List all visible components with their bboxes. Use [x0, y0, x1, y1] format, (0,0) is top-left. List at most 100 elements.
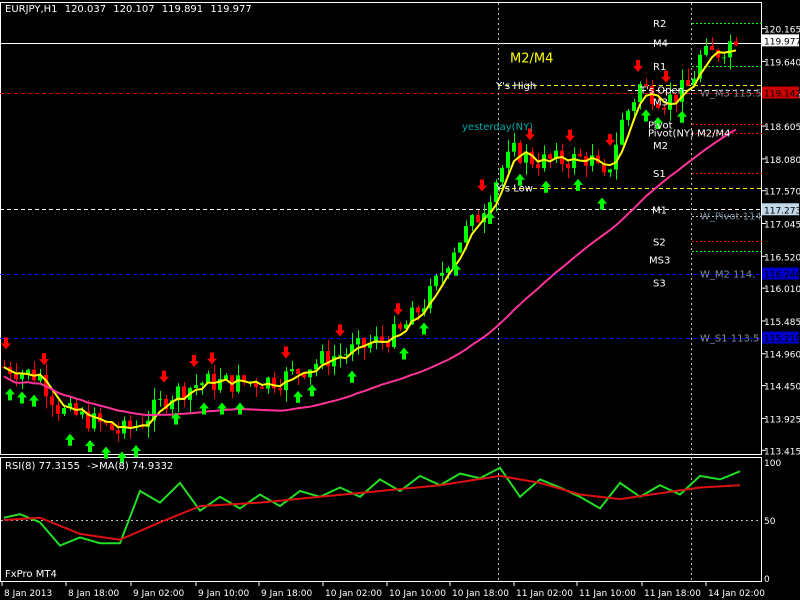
candle-body — [416, 307, 420, 313]
close-value: 119.977 — [210, 4, 252, 15]
candle-body — [512, 142, 516, 152]
candle-body — [476, 215, 480, 223]
low-value: 119.891 — [161, 4, 204, 15]
candle-body — [296, 368, 300, 374]
level-label-ys-high: Y's High — [495, 81, 536, 92]
candle-body — [608, 169, 612, 173]
level-label-w-s1: W_S1 113.5 — [700, 334, 759, 345]
level-label-M4: M4 — [653, 39, 668, 50]
rsi-ma-name: ->MA(8) 74.9332 — [87, 461, 174, 472]
candle-body — [632, 102, 636, 111]
candle-body — [572, 153, 576, 169]
price-tick-label: 119.640 — [764, 58, 800, 68]
rsi-tick-label: 0 — [764, 575, 770, 585]
time-tick-label: 9 Jan 18:00 — [261, 589, 313, 599]
price-tick-label: 117.570 — [764, 188, 800, 198]
price-tick-label: 114.450 — [764, 383, 800, 393]
candle-body — [116, 430, 120, 434]
candle-body — [434, 275, 438, 287]
price-tick-label: 117.045 — [764, 221, 800, 231]
open-value: 120.037 — [64, 4, 107, 15]
candle-body — [272, 377, 276, 389]
level-label-w-pivot: W_Pivot 114 — [700, 212, 762, 223]
rsi-tick-label: 100 — [764, 459, 781, 469]
candle-body — [458, 242, 462, 253]
trading-chart[interactable]: R2M4R1Y's High T's Open W_M3 115.5M3PivotM… — [0, 0, 800, 600]
candle-body — [338, 355, 342, 357]
candle-body — [464, 226, 468, 243]
candle-body — [614, 144, 618, 170]
candle-body — [734, 41, 738, 46]
candle-body — [14, 374, 18, 380]
time-tick-label: 9 Jan 10:00 — [198, 589, 250, 599]
level-label-m2: M2 — [653, 141, 668, 152]
candle-body — [728, 41, 732, 58]
candle-body — [50, 396, 54, 406]
candle-body — [398, 324, 402, 329]
rsi-tick-label: 50 — [764, 517, 776, 527]
time-tick-label: 10 Jan 10:00 — [389, 589, 446, 599]
candle-body — [236, 375, 240, 392]
candle-body — [80, 411, 84, 415]
candle-body — [500, 167, 504, 183]
candle-body — [506, 151, 510, 168]
candle-body — [320, 351, 324, 364]
candle-body — [536, 164, 540, 169]
time-tick-label: 10 Jan 18:00 — [452, 589, 509, 599]
candle-body — [356, 338, 360, 345]
candle-body — [668, 94, 672, 110]
candle-body — [290, 368, 294, 372]
candle-body — [704, 45, 708, 55]
price-tick-label: 113.415 — [764, 447, 800, 457]
price-tag-label: 115.219 — [764, 335, 800, 345]
level-label-ts-open: T's Open — [639, 86, 684, 97]
price-tag-label: 116.244 — [764, 271, 800, 281]
level-label-s2: S2 — [653, 237, 666, 248]
rsi-name: RSI(8) 77.3155 — [5, 461, 80, 472]
level-label-R1: R1 — [653, 62, 666, 73]
price-tick-label: 118.080 — [764, 156, 800, 166]
candle-body — [200, 383, 204, 386]
time-tick-label: 14 Jan 02:00 — [708, 589, 765, 599]
candle-body — [56, 405, 60, 414]
price-tag-label: 117.273 — [764, 206, 800, 216]
candle-body — [128, 420, 132, 428]
rsi-header: RSI(8) 77.3155 ->MA(8) 74.9332 — [5, 461, 177, 472]
candle-body — [332, 356, 336, 367]
time-tick-label: 8 Jan 2013 — [4, 589, 52, 599]
candle-body — [710, 45, 714, 50]
level-label-m1: M1 — [652, 205, 667, 216]
price-tick-label: 120.165 — [764, 26, 800, 36]
candle-body — [344, 354, 348, 356]
candle-body — [578, 153, 582, 157]
candle-body — [158, 398, 162, 400]
symbol-label: EURJPY,H1 — [5, 4, 58, 15]
candle-body — [278, 388, 282, 391]
price-tick-label: 116.010 — [764, 285, 800, 295]
high-value: 120.107 — [113, 4, 155, 15]
candle-body — [62, 408, 66, 414]
level-label-m3: M3 — [653, 97, 668, 108]
price-tick-label: 118.605 — [764, 123, 800, 133]
candle-body — [194, 385, 198, 388]
level-label-s3: S3 — [653, 279, 666, 290]
time-tick-label: 10 Jan 02:00 — [325, 589, 382, 599]
time-tick-label: 11 Jan 18:00 — [644, 589, 701, 599]
price-tick-label: 115.485 — [764, 318, 800, 328]
candle-body — [260, 387, 264, 389]
candle-body — [224, 375, 228, 379]
candle-body — [626, 110, 630, 120]
level-label-R2: R2 — [653, 19, 666, 30]
time-tick-label: 11 Jan 02:00 — [516, 589, 573, 599]
candle-body — [620, 119, 624, 145]
price-tick-label: 114.960 — [764, 351, 800, 361]
candle-body — [686, 79, 690, 86]
candle-body — [380, 336, 384, 341]
candle-body — [548, 154, 552, 159]
time-tick-label: 9 Jan 02:00 — [133, 589, 185, 599]
price-tick-label: 113.925 — [764, 415, 800, 425]
candle-body — [392, 324, 396, 347]
yesterday-ny: yesterday(NY) — [462, 122, 533, 133]
level-label-pivot-ny: Pivot(NY) M2/M4 — [648, 129, 730, 140]
candle-body — [542, 154, 546, 169]
